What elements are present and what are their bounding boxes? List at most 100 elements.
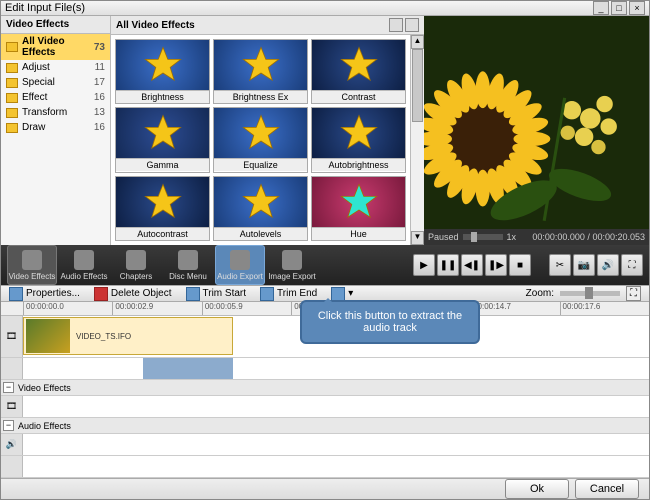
audio-export-button-icon xyxy=(230,250,250,270)
effect-thumbnail xyxy=(116,40,209,90)
effect-thumbnail xyxy=(116,177,209,227)
effect-thumbnail xyxy=(312,40,405,90)
video-effects-track-label: Video Effects xyxy=(18,383,71,393)
category-item-effect[interactable]: Effect16 xyxy=(1,90,110,105)
chapters-button[interactable]: Chapters xyxy=(111,245,161,285)
category-item-draw[interactable]: Draw16 xyxy=(1,120,110,135)
next-frame-button[interactable]: ❚▶ xyxy=(485,254,507,276)
effect-thumbnail xyxy=(214,177,307,227)
volume-button[interactable]: 🔊 xyxy=(597,254,619,276)
scroll-down-button[interactable]: ▼ xyxy=(411,231,424,245)
cancel-button[interactable]: Cancel xyxy=(575,479,639,499)
effect-contrast[interactable]: Contrast xyxy=(311,39,406,104)
close-button[interactable]: × xyxy=(629,1,645,15)
effect-equalize[interactable]: Equalize xyxy=(213,107,308,172)
zoom-slider[interactable] xyxy=(560,291,620,296)
playback-controls: ▶ ❚❚ ◀❚ ❚▶ ■ ✂ 📷 🔊 ⛶ xyxy=(413,254,643,276)
clip-thumbnail xyxy=(26,319,70,353)
ok-button[interactable]: Ok xyxy=(505,479,569,499)
scroll-up-button[interactable]: ▲ xyxy=(411,35,424,49)
window-title: Edit Input File(s) xyxy=(5,2,591,14)
category-item-all-video-effects[interactable]: All Video Effects73 xyxy=(1,34,110,60)
folder-icon xyxy=(6,63,18,73)
stop-button[interactable]: ■ xyxy=(509,254,531,276)
image-export-button-icon xyxy=(282,250,302,270)
image-export-button[interactable]: Image Export xyxy=(267,245,317,285)
audio-export-button[interactable]: Audio Export xyxy=(215,245,265,285)
play-button[interactable]: ▶ xyxy=(413,254,435,276)
fullscreen-button[interactable]: ⛶ xyxy=(621,254,643,276)
effect-label: Gamma xyxy=(116,158,209,171)
empty-track xyxy=(1,456,649,478)
trim-start-button[interactable]: Trim Start xyxy=(186,287,247,301)
audio-effects-button[interactable]: Audio Effects xyxy=(59,245,109,285)
effects-scrollbar[interactable]: ▲ ▼ xyxy=(410,35,424,245)
minimize-button[interactable]: _ xyxy=(593,1,609,15)
effect-thumbnail xyxy=(312,108,405,158)
disc-menu-button[interactable]: Disc Menu xyxy=(163,245,213,285)
effect-autobrightness[interactable]: Autobrightness xyxy=(311,107,406,172)
video-effects-track-header: − Video Effects xyxy=(1,380,649,396)
delete-object-button[interactable]: Delete Object xyxy=(94,287,172,301)
folder-icon xyxy=(6,42,18,52)
folder-icon xyxy=(6,123,18,133)
prev-frame-button[interactable]: ◀❚ xyxy=(461,254,483,276)
ruler-tick: 00:00:02.9 xyxy=(112,302,201,315)
view-grid-button[interactable] xyxy=(405,18,419,32)
effect-gamma[interactable]: Gamma xyxy=(115,107,210,172)
audio-effects-track[interactable]: 🔊 xyxy=(1,434,649,456)
properties-button[interactable]: Properties... xyxy=(9,287,80,301)
effect-label: Equalize xyxy=(214,158,307,171)
trim-button[interactable]: ✂ xyxy=(549,254,571,276)
snapshot-button[interactable]: 📷 xyxy=(573,254,595,276)
trim-end-icon xyxy=(260,287,274,301)
zoom-label: Zoom: xyxy=(526,288,554,299)
effect-brightness[interactable]: Brightness xyxy=(115,39,210,104)
ruler-tick: 00:00:00.0 xyxy=(23,302,112,315)
folder-icon xyxy=(6,93,18,103)
video-track-icon: 🎞 xyxy=(1,316,23,357)
effect-brightness-ex[interactable]: Brightness Ex xyxy=(213,39,308,104)
effect-label: Brightness Ex xyxy=(214,90,307,103)
properties-icon xyxy=(9,287,23,301)
video-clip[interactable]: VIDEO_TS.IFO xyxy=(23,317,233,355)
effect-label: Autolevels xyxy=(214,227,307,240)
audio-track[interactable] xyxy=(1,358,649,380)
effect-label: Contrast xyxy=(312,90,405,103)
ruler-tick: 00:00:14.7 xyxy=(470,302,559,315)
preview-viewport xyxy=(424,16,649,229)
trim-end-button[interactable]: Trim End xyxy=(260,287,317,301)
effects-grid: Brightness Brightness Ex Contrast Gamma Equa… xyxy=(111,35,410,245)
category-item-adjust[interactable]: Adjust11 xyxy=(1,60,110,75)
scroll-thumb[interactable] xyxy=(412,49,423,122)
effect-label: Hue xyxy=(312,227,405,240)
speed-slider[interactable] xyxy=(463,234,503,240)
trim-start-icon xyxy=(186,287,200,301)
chevron-down-icon: ▾ xyxy=(348,288,353,299)
sidebar-header: Video Effects xyxy=(1,16,110,34)
trim-dropdown[interactable]: ▾ xyxy=(331,287,353,301)
video-effects-track[interactable]: 🎞 xyxy=(1,396,649,418)
effect-autocontrast[interactable]: Autocontrast xyxy=(115,176,210,241)
audio-effects-track-header: − Audio Effects xyxy=(1,418,649,434)
video-effects-button[interactable]: Video Effects xyxy=(7,245,57,285)
video-effects-button-icon xyxy=(22,250,42,270)
category-item-special[interactable]: Special17 xyxy=(1,75,110,90)
audio-effects-track-icon: 🔊 xyxy=(1,434,23,455)
effect-hue[interactable]: Hue xyxy=(311,176,406,241)
view-list-button[interactable] xyxy=(389,18,403,32)
collapse-audio-effects[interactable]: − xyxy=(3,420,14,431)
pause-button[interactable]: ❚❚ xyxy=(437,254,459,276)
category-item-transform[interactable]: Transform13 xyxy=(1,105,110,120)
effects-header: All Video Effects xyxy=(111,16,424,35)
effect-thumbnail xyxy=(214,108,307,158)
effects-title: All Video Effects xyxy=(116,20,195,31)
disc-menu-button-icon xyxy=(178,250,198,270)
fit-button[interactable]: ⛶ xyxy=(626,286,641,301)
maximize-button[interactable]: □ xyxy=(611,1,627,15)
collapse-video-effects[interactable]: − xyxy=(3,382,14,393)
effect-autolevels[interactable]: Autolevels xyxy=(213,176,308,241)
main-toolbar: Video EffectsAudio EffectsChaptersDisc M… xyxy=(1,245,649,285)
audio-selection[interactable] xyxy=(143,358,233,379)
effect-label: Autobrightness xyxy=(312,158,405,171)
